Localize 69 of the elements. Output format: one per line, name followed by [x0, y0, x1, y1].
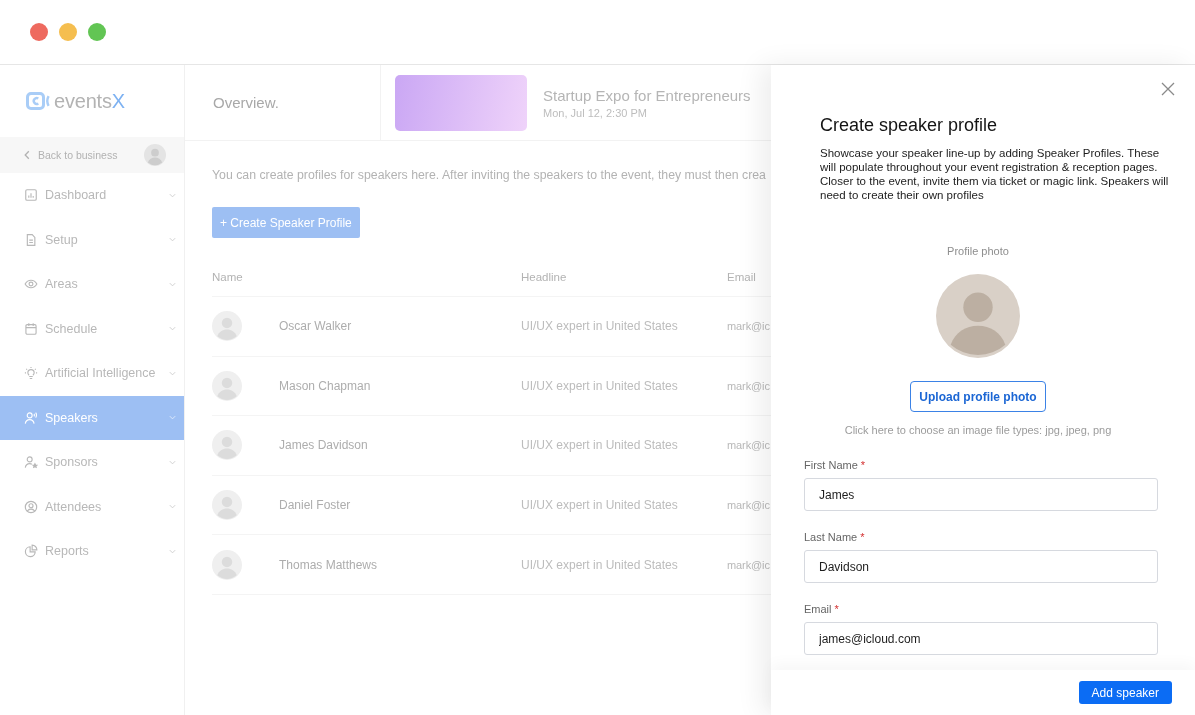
lightbulb-icon	[24, 366, 38, 381]
speaker-headline: UI/UX expert in United States	[521, 498, 678, 513]
photo-label: Profile photo	[947, 245, 1009, 258]
upload-photo-button[interactable]: Upload profile photo	[910, 381, 1046, 412]
sidebar-item[interactable]: Dashboard	[0, 173, 184, 218]
chevron-left-icon	[24, 150, 30, 160]
speaker-headline: UI/UX expert in United States	[521, 557, 678, 572]
event-title: Startup Expo for Entrepreneurs	[543, 86, 751, 104]
sidebar-item[interactable]: Sponsors	[0, 440, 184, 485]
logo-mark-icon	[26, 92, 50, 110]
column-header: Headline	[521, 270, 567, 283]
logo-text: eventsX	[54, 89, 125, 113]
create-speaker-button[interactable]: + Create Speaker Profile	[212, 207, 360, 238]
input-field[interactable]: Davidson	[804, 550, 1158, 583]
sidebar-item[interactable]: Areas	[0, 262, 184, 307]
drawer-description: Showcase your speaker line-up by adding Speaker Profiles. These will populate throughout your event registration & reception pages. Closer to the event, invite them via ticket or magic link. Speakers will need to create their own profiles	[820, 146, 1170, 202]
calendar-icon	[24, 321, 38, 336]
window-minimize-icon[interactable]	[59, 23, 77, 41]
add-speaker-button[interactable]: Add speaker	[1078, 681, 1172, 704]
close-icon[interactable]	[1161, 82, 1175, 96]
avatar-placeholder	[212, 490, 242, 521]
speaker-name: Mason Chapman	[279, 378, 371, 393]
speaker-email: mark@ic	[727, 439, 770, 452]
avatar-placeholder	[212, 430, 242, 461]
column-header: Name	[212, 270, 243, 283]
back-link[interactable]: Back to business	[24, 149, 118, 161]
speaker-headline: UI/UX expert in United States	[521, 438, 678, 453]
pie-chart-icon	[24, 544, 38, 559]
page-title: Overview.	[213, 94, 279, 111]
field-label: First Name	[804, 459, 858, 472]
column-header: Email	[727, 270, 756, 283]
user-circle-icon	[24, 499, 38, 514]
speaker-name: Daniel Foster	[279, 498, 351, 513]
speaker-name: Oscar Walker	[279, 319, 352, 334]
sidebar-item[interactable]: Speakers	[0, 395, 184, 440]
field-label: Email	[804, 603, 832, 616]
document-icon	[24, 232, 38, 247]
sidebar-item[interactable]: Reports	[0, 529, 184, 574]
speaker-email: mark@ic	[727, 379, 770, 392]
sidebar-item[interactable]: Artificial Intelligence	[0, 351, 184, 396]
required-mark: *	[834, 603, 839, 616]
sidebar-item[interactable]: Schedule	[0, 306, 184, 351]
person-star-icon	[24, 455, 38, 470]
input-field[interactable]: James	[804, 478, 1158, 511]
upload-hint: Click here to choose an image file types: jpg, jpeg, png	[844, 424, 1112, 437]
speaker-name: Thomas Matthews	[279, 557, 378, 572]
speaker-headline: UI/UX expert in United States	[521, 378, 678, 393]
avatar-placeholder	[212, 549, 242, 580]
event-date: Mon, Jul 12, 2:30 PM	[543, 106, 647, 119]
bar-chart-icon	[24, 188, 38, 203]
avatar-placeholder	[144, 144, 166, 166]
window-zoom-icon[interactable]	[88, 23, 106, 41]
speaker-email: mark@ic	[727, 558, 770, 571]
input-field[interactable]: james@icloud.com	[804, 622, 1158, 655]
required-mark: *	[860, 459, 866, 472]
speaker-headline: UI/UX expert in United States	[521, 319, 678, 334]
window-close-icon[interactable]	[30, 23, 48, 41]
page-description: You can create profiles for speakers here. After inviting the speakers to the event, they must then crea	[212, 167, 766, 183]
speaker-name: James Davidson	[279, 438, 368, 453]
avatar-placeholder	[212, 370, 242, 401]
avatar-placeholder	[212, 311, 242, 342]
person-voice-icon	[24, 410, 38, 425]
drawer-title: Create speaker profile	[820, 114, 998, 136]
sidebar-item[interactable]: Attendees	[0, 484, 184, 529]
field-label: Last Name	[804, 531, 858, 544]
required-mark: *	[860, 531, 865, 544]
speaker-email: mark@ic	[727, 499, 770, 512]
speaker-email: mark@ic	[727, 320, 770, 333]
sidebar-item[interactable]: Setup	[0, 217, 184, 262]
